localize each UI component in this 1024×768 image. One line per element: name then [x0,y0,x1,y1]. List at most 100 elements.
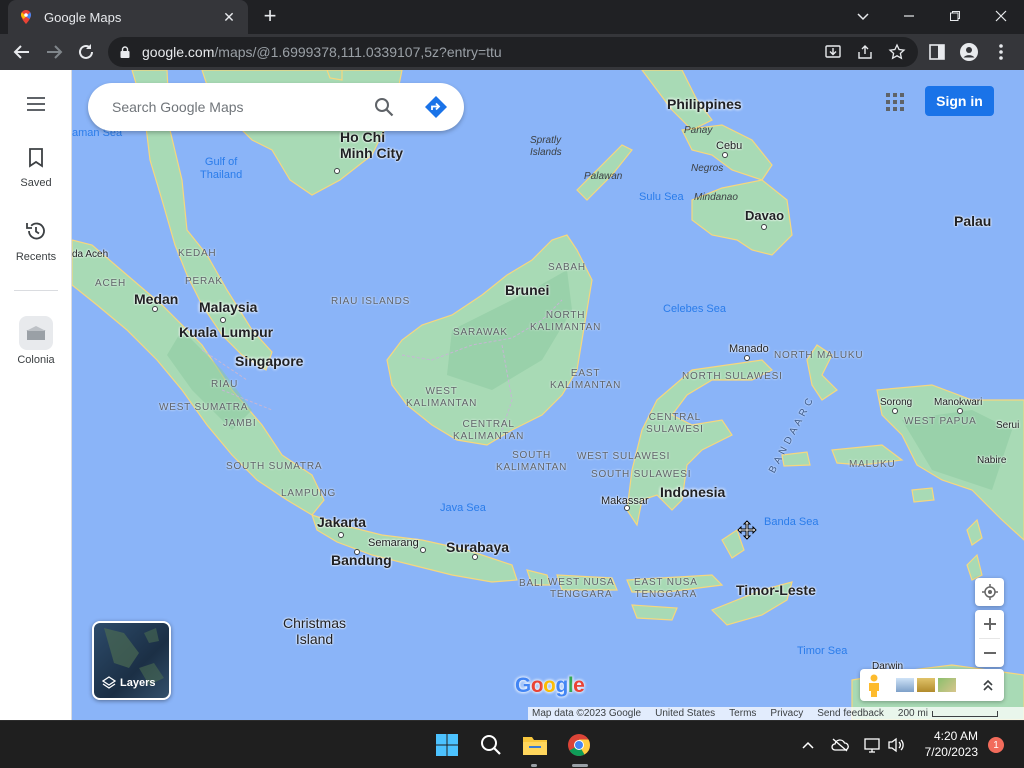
close-window-button[interactable] [978,0,1024,32]
menu-button[interactable] [0,96,72,117]
city-dot-jakarta [338,532,344,538]
label-palau[interactable]: Palau [954,213,991,229]
url-host: google.com [142,44,215,60]
label-bandung[interactable]: Bandung [331,552,392,568]
my-location-control[interactable] [975,578,1004,606]
saved-place-colonia[interactable]: Colonia [0,316,72,366]
tab-search-chevron-down-icon[interactable] [840,0,886,32]
label-timor-leste[interactable]: Timor-Leste [736,582,816,598]
layers-button[interactable]: Layers [92,621,171,700]
label-manado[interactable]: Manado [729,343,769,355]
footer-privacy[interactable]: Privacy [770,708,803,719]
city-dot-semarang [420,547,426,553]
label-christmas-island[interactable]: Christmas Island [283,615,346,647]
label-ho-chi-minh-city[interactable]: Ho Chi Minh City [340,129,403,161]
imagery-thumbnail-1[interactable] [896,678,914,692]
taskbar-search-button[interactable] [475,729,507,761]
my-location-button[interactable] [975,578,1004,606]
label-serui[interactable]: Serui [996,420,1019,431]
lock-icon[interactable] [118,45,132,59]
browser-tab[interactable]: Google Maps ✕ [8,0,248,34]
label-west-kalimantan: WEST KALIMANTAN [406,386,478,409]
restore-button[interactable] [932,0,978,32]
label-gulf-of-thailand: Gulf of Thailand [200,156,243,181]
label-kuala-lumpur[interactable]: Kuala Lumpur [179,324,273,340]
file-explorer-button[interactable] [519,729,551,761]
footer-send-feedback[interactable]: Send feedback [817,708,884,719]
label-banda-aceh[interactable]: da Aceh [72,249,108,260]
reload-button[interactable] [74,40,98,64]
install-app-icon[interactable] [824,43,842,61]
label-surabaya[interactable]: Surabaya [446,539,509,555]
profile-avatar-icon[interactable] [958,41,980,63]
colonia-thumbnail [19,316,53,350]
label-jakarta[interactable]: Jakarta [317,514,366,530]
directions-button[interactable] [424,95,448,119]
label-philippines[interactable]: Philippines [667,96,742,112]
imagery-thumbnail-3[interactable] [938,678,956,692]
label-brunei[interactable]: Brunei [505,282,549,298]
new-tab-button[interactable]: + [258,5,282,29]
clock-time: 4:20 AM [933,729,978,743]
hamburger-menu-icon[interactable] [26,96,46,112]
label-nabire[interactable]: Nabire [977,455,1006,466]
label-west-sumatra: WEST SUMATRA [159,402,249,413]
label-semarang[interactable]: Semarang [368,537,419,549]
label-cebu[interactable]: Cebu [716,140,742,152]
sign-in-button[interactable]: Sign in [925,86,994,116]
label-north-maluku: NORTH MALUKU [774,350,864,361]
share-icon[interactable] [856,43,874,61]
label-bali: BALI [519,578,544,589]
label-east-nusa-tenggara: EAST NUSA TENGGARA [634,577,698,600]
map-canvas[interactable]: Philippines Palau Brunei Malaysia Singap… [72,70,1024,720]
tab-close-icon[interactable]: ✕ [220,9,238,26]
search-box[interactable] [88,83,464,131]
saved-button[interactable]: Saved [0,148,72,189]
tray-volume-button[interactable] [882,729,910,761]
search-icon [481,735,501,755]
label-sorong[interactable]: Sorong [880,397,912,408]
side-panel-icon[interactable] [926,41,948,63]
search-button[interactable] [372,95,396,119]
tray-overflow-button[interactable] [794,729,822,761]
notification-badge[interactable]: 1 [988,737,1004,753]
browser-menu-icon[interactable] [990,41,1012,63]
label-negros[interactable]: Negros [691,163,723,174]
windows-start-icon [436,734,458,756]
label-palawan[interactable]: Palawan [584,171,622,182]
speaker-icon [888,737,904,753]
minimize-button[interactable] [886,0,932,32]
label-panay[interactable]: Panay [684,125,712,136]
back-button[interactable] [10,40,34,64]
search-input[interactable] [112,99,362,115]
expand-chevron-up-icon[interactable] [982,678,994,692]
plus-icon [983,618,996,630]
bookmark-star-icon[interactable] [888,43,906,61]
zoom-out-button[interactable] [975,639,1004,667]
imagery-thumbnail-2[interactable] [917,678,935,692]
system-clock[interactable]: 4:20 AM 7/20/2023 [916,728,978,760]
zoom-in-button[interactable] [975,610,1004,638]
city-dot-surabaya [472,554,478,560]
label-davao[interactable]: Davao [745,208,784,223]
url-path: /maps/@1.6999378,111.0339107,5z?entry=tt… [214,44,502,60]
footer-country[interactable]: United States [655,708,715,719]
recents-button[interactable]: Recents [0,220,72,263]
label-singapore[interactable]: Singapore [235,353,303,369]
chrome-taskbar-button[interactable] [563,729,595,761]
footer-terms[interactable]: Terms [729,708,756,719]
label-spratly-islands[interactable]: Spratly Islands [530,135,562,159]
label-indonesia[interactable]: Indonesia [660,484,725,500]
start-button[interactable] [431,729,463,761]
tray-cloud-button[interactable] [826,729,854,761]
browser-toolbar: google.com/maps/@1.6999378,111.0339107,5… [0,34,1024,70]
address-bar[interactable]: google.com/maps/@1.6999378,111.0339107,5… [108,37,918,67]
google-apps-grid-icon[interactable] [884,91,906,113]
label-medan[interactable]: Medan [134,291,178,307]
label-malaysia[interactable]: Malaysia [199,299,257,315]
pegman-icon[interactable] [866,673,882,697]
scale-label[interactable]: 200 mi [898,708,928,719]
label-manokwari[interactable]: Manokwari [934,397,982,408]
forward-button[interactable] [42,40,66,64]
label-mindanao[interactable]: Mindanao [694,192,738,203]
